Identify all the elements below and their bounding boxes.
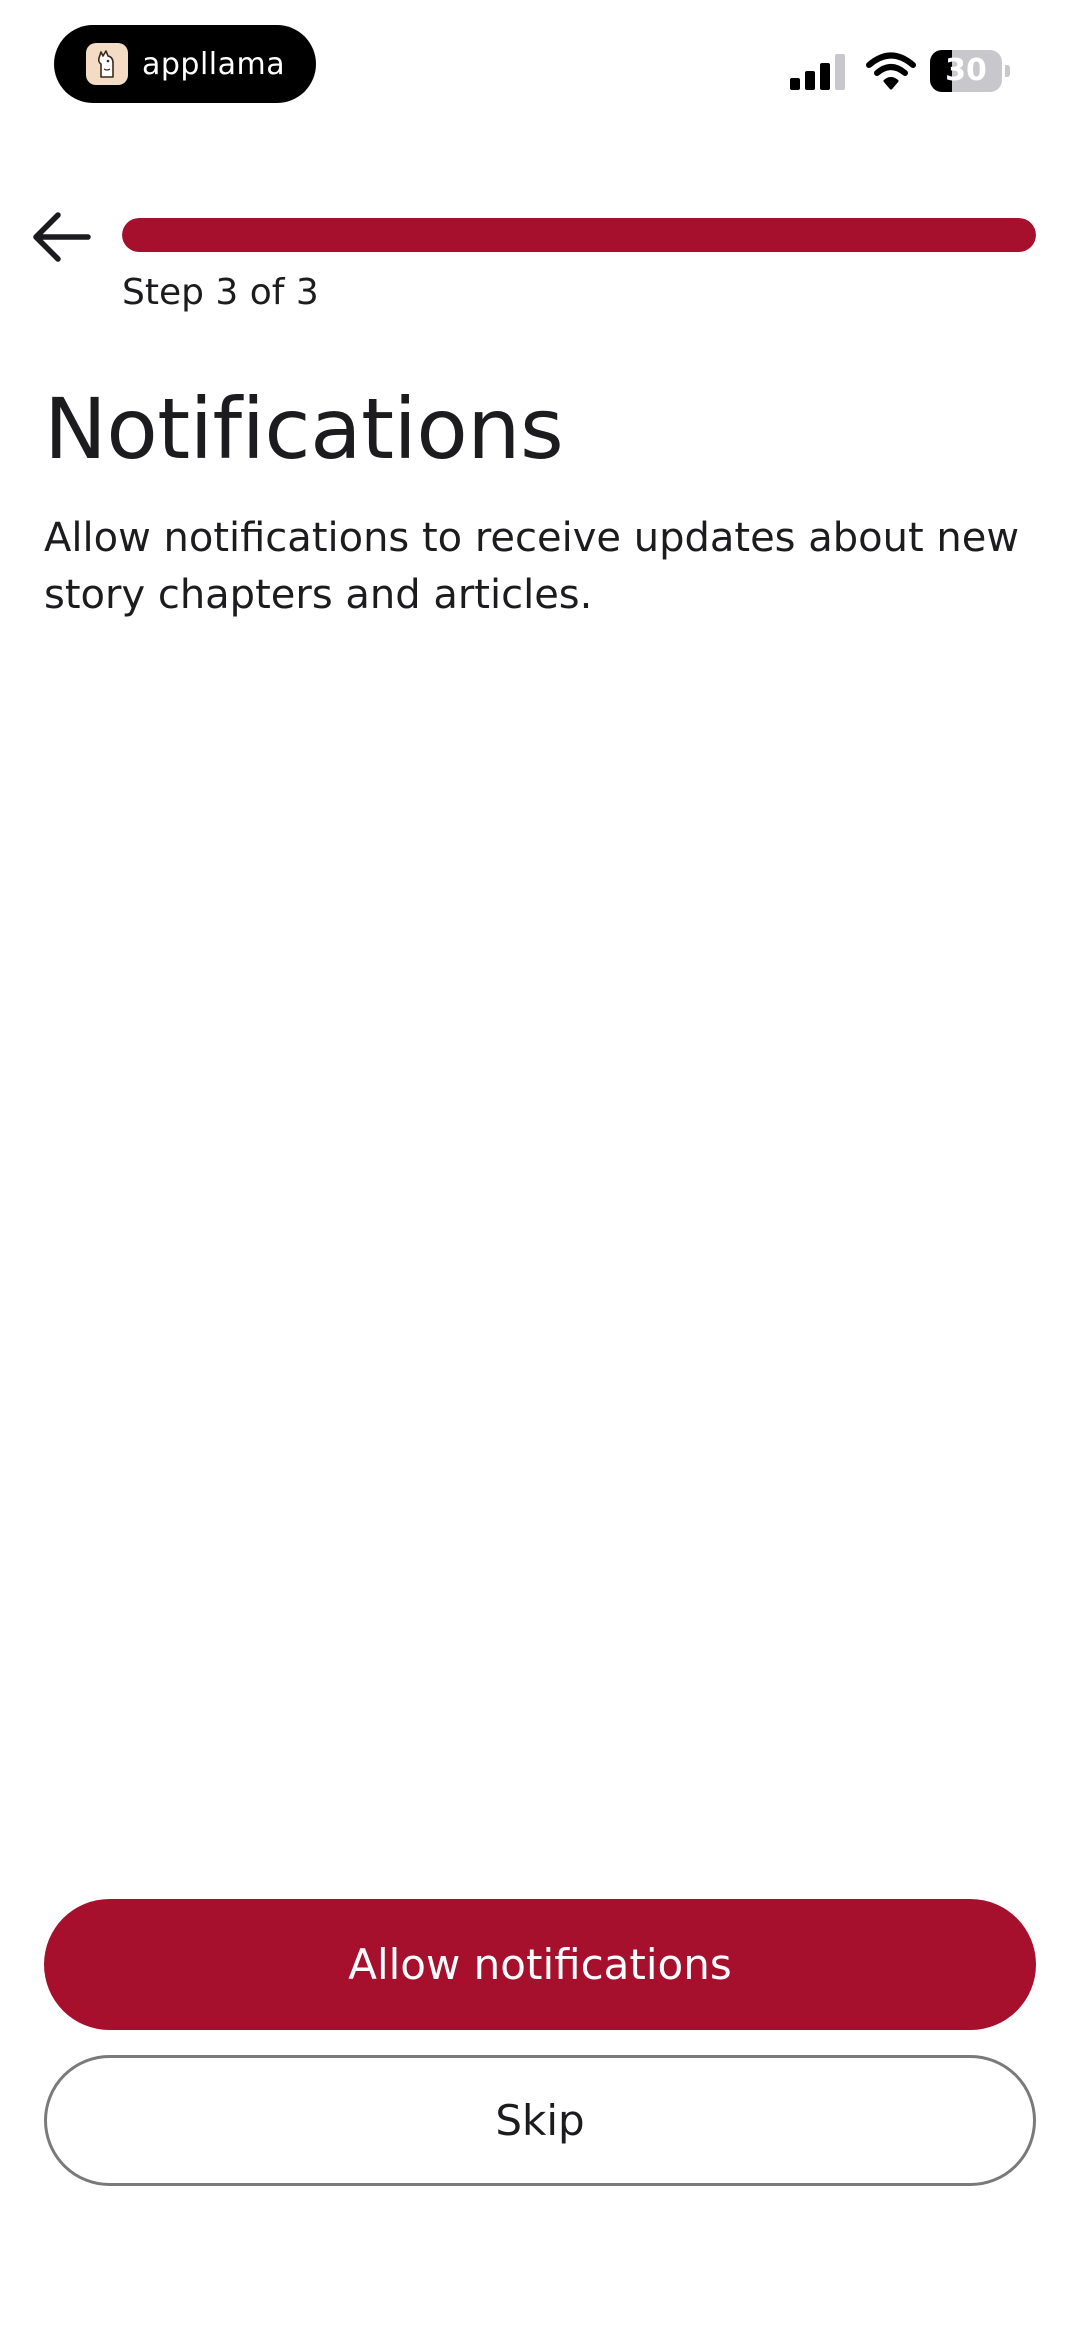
onboarding-screen: appllama 30 Step 3 of 3 Notifications Al… [0, 0, 1080, 2336]
battery-level: 30 [945, 53, 987, 88]
battery-icon: 30 [930, 50, 1010, 92]
progress-bar-fill [122, 218, 1036, 252]
allow-notifications-button[interactable]: Allow notifications [44, 1899, 1036, 2030]
arrow-left-icon [33, 212, 91, 262]
page-title: Notifications [44, 380, 564, 478]
app-name: appllama [142, 46, 286, 82]
wifi-icon [866, 52, 916, 90]
signal-icon [790, 54, 845, 90]
status-bar: appllama 30 [0, 0, 1080, 130]
app-indicator-pill[interactable]: appllama [54, 25, 316, 103]
page-description: Allow notifications to receive updates a… [44, 515, 1020, 618]
back-button[interactable] [24, 200, 98, 274]
progress-bar [122, 218, 1036, 252]
skip-button[interactable]: Skip [44, 2055, 1036, 2186]
step-indicator: Step 3 of 3 [122, 272, 319, 313]
llama-logo-icon [86, 43, 128, 85]
